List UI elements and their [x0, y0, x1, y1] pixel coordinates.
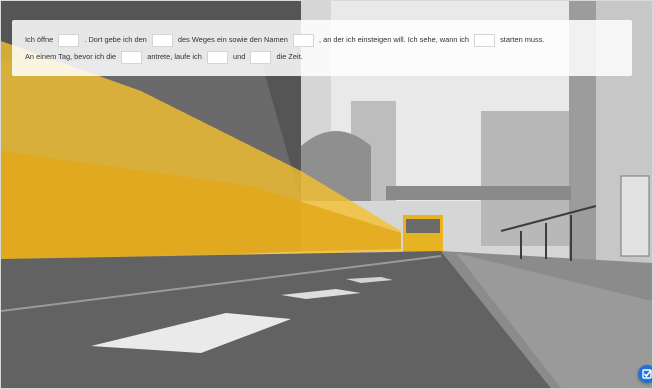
text-segment: Ich öffne	[25, 35, 54, 44]
blank-input-5[interactable]	[121, 50, 143, 64]
checkmark-icon	[642, 369, 652, 379]
exercise-frame: Ich öffne . Dort gebe ich den des Weges …	[0, 0, 653, 389]
blank-input-4[interactable]	[474, 33, 496, 47]
blank-input-7[interactable]	[250, 50, 272, 64]
text-segment: die Zeit.	[276, 52, 303, 61]
text-segment: An einem Tag, bevor ich die	[25, 52, 117, 61]
sentence-line-2: An einem Tag, bevor ich die antrete, lau…	[25, 50, 303, 64]
text-segment: starten muss.	[500, 35, 545, 44]
text-segment: antrete, laufe ich	[147, 52, 202, 61]
sentence-line-1: Ich öffne . Dort gebe ich den des Weges …	[25, 33, 544, 47]
fill-in-the-blanks-card: Ich öffne . Dort gebe ich den des Weges …	[12, 20, 632, 76]
blank-input-3[interactable]	[292, 33, 314, 47]
text-segment: , an der ich einsteigen will. Ich sehe, …	[319, 35, 469, 44]
blank-input-6[interactable]	[206, 50, 228, 64]
text-segment: . Dort gebe ich den	[84, 35, 147, 44]
text-segment: des Weges ein sowie den Namen	[177, 35, 288, 44]
blank-input-1[interactable]	[58, 33, 80, 47]
blank-input-2[interactable]	[151, 33, 173, 47]
check-answers-button[interactable]	[638, 365, 652, 383]
text-segment: und	[232, 52, 246, 61]
